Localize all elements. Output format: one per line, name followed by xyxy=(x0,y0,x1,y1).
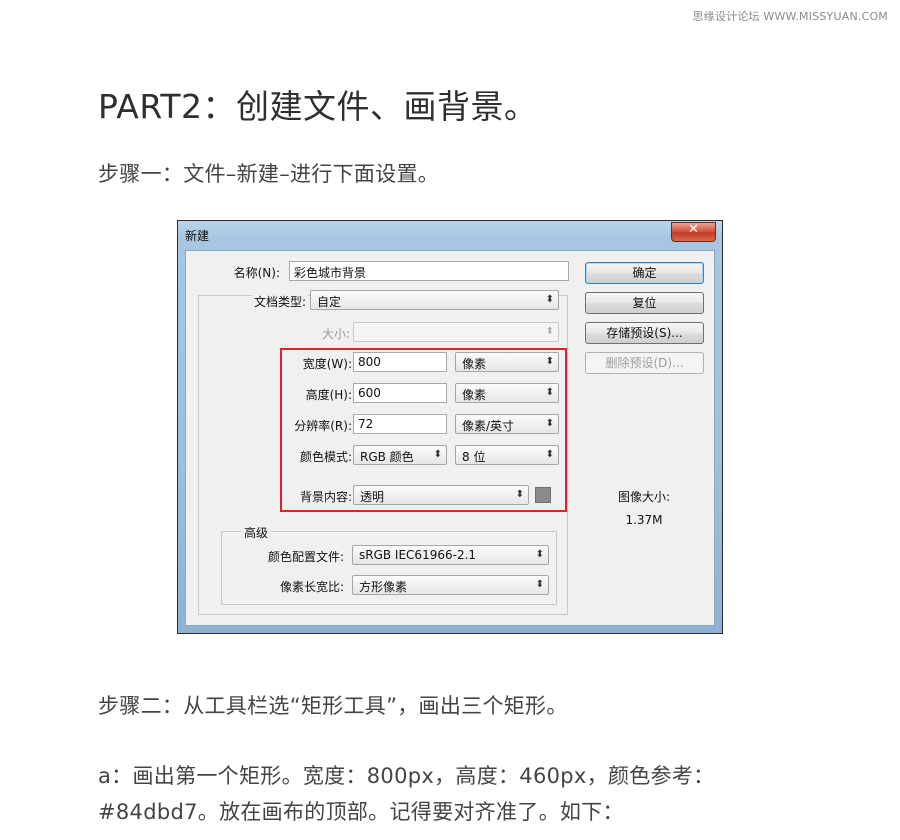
chevron-updown-icon: ⬍ xyxy=(535,579,544,590)
color-mode-label: 颜色模式: xyxy=(299,450,352,464)
save-preset-button[interactable]: 存储预设(S)... xyxy=(585,322,704,344)
height-unit-value: 像素 xyxy=(462,388,487,402)
width-label: 宽度(W): xyxy=(302,357,352,371)
section-heading: PART2：创建文件、画背景。 xyxy=(98,87,538,126)
color-profile-label: 颜色配置文件: xyxy=(267,550,344,564)
image-size-label: 图像大小: xyxy=(617,490,671,504)
advanced-title: 高级 xyxy=(241,524,272,541)
height-unit-select[interactable]: 像素 ⬍ xyxy=(455,383,559,403)
width-input[interactable]: 800 xyxy=(353,352,447,372)
chevron-updown-icon: ⬍ xyxy=(545,449,554,460)
background-color-swatch[interactable] xyxy=(535,487,551,503)
name-label: 名称(N): xyxy=(233,266,280,280)
height-input[interactable]: 600 xyxy=(353,383,447,403)
chevron-updown-icon: ⬍ xyxy=(545,387,554,398)
reset-button[interactable]: 复位 xyxy=(585,292,704,314)
dialog-title: 新建 xyxy=(185,229,210,243)
chevron-updown-icon: ⬍ xyxy=(433,449,442,460)
color-mode-value: RGB 颜色 xyxy=(360,450,414,464)
bit-depth-select[interactable]: 8 位 ⬍ xyxy=(455,445,559,465)
preset-value: 自定 xyxy=(317,295,342,309)
dialog-client-area: 名称(N): 彩色城市背景 文档类型: 自定 ⬍ 大小: ⬍ 宽度(W): 80… xyxy=(185,250,715,626)
width-unit-value: 像素 xyxy=(462,357,487,371)
step-one-text: 步骤一：文件–新建–进行下面设置。 xyxy=(98,162,440,186)
new-document-dialog: 新建 ✕ 名称(N): 彩色城市背景 文档类型: 自定 ⬍ 大小: ⬍ 宽度(W… xyxy=(177,220,723,634)
name-input[interactable]: 彩色城市背景 xyxy=(289,261,569,281)
chevron-updown-icon: ⬍ xyxy=(535,549,544,560)
background-label: 背景内容: xyxy=(299,490,352,504)
color-profile-value: sRGB IEC61966-2.1 xyxy=(359,548,477,562)
ok-button[interactable]: 确定 xyxy=(585,262,704,284)
close-icon: ✕ xyxy=(688,222,699,237)
pixel-aspect-select[interactable]: 方形像素 ⬍ xyxy=(352,575,549,595)
resolution-unit-value: 像素/英寸 xyxy=(462,419,515,433)
close-button[interactable]: ✕ xyxy=(671,222,716,242)
chevron-updown-icon: ⬍ xyxy=(545,356,554,367)
chevron-updown-icon: ⬍ xyxy=(545,418,554,429)
site-watermark: 思缘设计论坛 WWW.MISSYUAN.COM xyxy=(692,10,888,23)
resolution-unit-select[interactable]: 像素/英寸 ⬍ xyxy=(455,414,559,434)
pixel-aspect-label: 像素长宽比: xyxy=(279,580,344,594)
chevron-updown-icon: ⬍ xyxy=(545,326,554,337)
pixel-aspect-value: 方形像素 xyxy=(359,580,408,594)
delete-preset-button: 删除预设(D)... xyxy=(585,352,704,374)
step-a-line-1: a：画出第一个矩形。宽度：800px，高度：460px，颜色参考： xyxy=(98,764,715,788)
bit-depth-value: 8 位 xyxy=(462,450,486,464)
image-size-value: 1.37M xyxy=(625,513,663,527)
step-two-text: 步骤二：从工具栏选“矩形工具”，画出三个矩形。 xyxy=(98,694,568,718)
background-select[interactable]: 透明 ⬍ xyxy=(353,485,529,505)
size-select: ⬍ xyxy=(353,322,559,342)
chevron-updown-icon: ⬍ xyxy=(515,489,524,500)
chevron-updown-icon: ⬍ xyxy=(545,294,554,305)
preset-select[interactable]: 自定 ⬍ xyxy=(310,290,559,310)
resolution-input[interactable]: 72 xyxy=(353,414,447,434)
width-unit-select[interactable]: 像素 ⬍ xyxy=(455,352,559,372)
background-value: 透明 xyxy=(360,490,385,504)
color-mode-select[interactable]: RGB 颜色 ⬍ xyxy=(353,445,447,465)
step-a-line-2: #84dbd7。放在画布的顶部。记得要对齐准了。如下： xyxy=(98,800,624,824)
size-label: 大小: xyxy=(321,327,350,341)
height-label: 高度(H): xyxy=(305,388,352,402)
resolution-label: 分辨率(R): xyxy=(294,419,352,433)
color-profile-select[interactable]: sRGB IEC61966-2.1 ⬍ xyxy=(352,545,549,565)
preset-label: 文档类型: xyxy=(251,293,308,310)
